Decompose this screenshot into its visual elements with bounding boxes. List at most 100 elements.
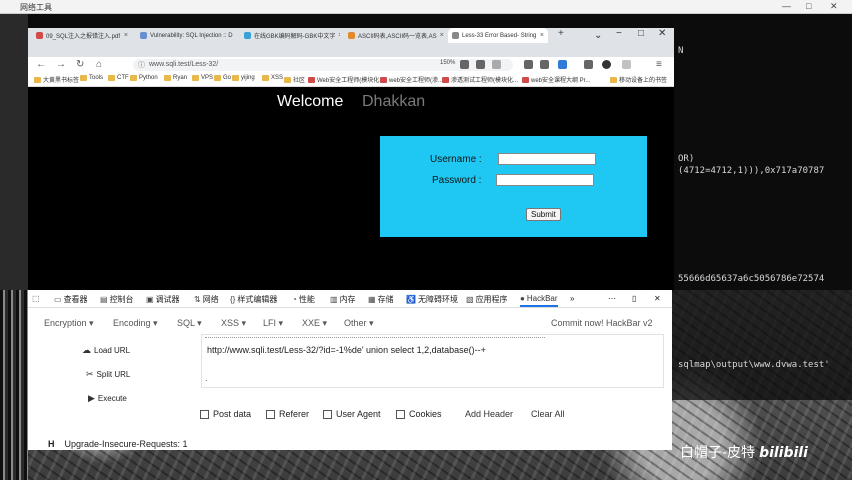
menu-sql[interactable]: SQL ▾ xyxy=(177,318,202,329)
bookmark-item[interactable]: web安全工程师(渗... xyxy=(380,75,443,84)
tab-label: 样式编辑器 xyxy=(237,295,278,304)
new-tab-button[interactable]: + xyxy=(558,28,564,39)
extension-icon[interactable] xyxy=(492,60,501,69)
tab-memory[interactable]: ▥ 内存 xyxy=(330,294,356,305)
bookmark-item[interactable]: Python xyxy=(130,75,158,81)
menu-xxe[interactable]: XXE ▾ xyxy=(302,318,327,329)
bookmark-item[interactable]: Go xyxy=(214,75,231,81)
more-options-icon[interactable]: ⋯ xyxy=(608,294,616,303)
tab-performance[interactable]: ◔ 性能 xyxy=(292,294,315,305)
bookmark-item[interactable]: 移动设备上的书签 xyxy=(610,75,667,84)
tab-dvwa[interactable]: Vulnerability: SQL Injection :: D × xyxy=(136,28,236,43)
menu-encoding[interactable]: Encoding ▾ xyxy=(113,318,158,329)
referer-checkbox[interactable]: Referer xyxy=(266,409,309,419)
add-header-button[interactable]: Add Header xyxy=(465,409,513,419)
maximize-button[interactable]: □ xyxy=(806,1,811,11)
execute-button[interactable]: ▶ Execute xyxy=(88,393,127,404)
close-icon[interactable]: × xyxy=(440,32,444,39)
page-icon xyxy=(452,32,459,39)
tab-style-editor[interactable]: {} 样式编辑器 xyxy=(230,294,277,305)
menu-encryption[interactable]: Encryption ▾ xyxy=(44,318,94,329)
user-agent-checkbox[interactable]: User Agent xyxy=(323,409,381,419)
folder-icon xyxy=(308,76,315,83)
forward-icon[interactable]: → xyxy=(56,59,66,70)
submit-button[interactable]: Submit xyxy=(526,208,561,221)
bookmark-label: yijing xyxy=(241,75,255,81)
close-devtools-icon[interactable]: ✕ xyxy=(654,294,661,303)
bookmark-label: Go xyxy=(223,75,232,81)
bookmark-item[interactable]: Tools xyxy=(80,75,103,81)
tab-accessibility[interactable]: ♿ 无障碍环境 xyxy=(406,294,458,305)
tab-console[interactable]: ▤ 控制台 xyxy=(100,294,134,305)
bookmark-item[interactable]: Web安全工程师(模块化... xyxy=(308,75,384,84)
menu-other[interactable]: Other ▾ xyxy=(344,318,374,329)
bookmark-item[interactable]: CTF xyxy=(108,75,129,81)
extension-icon[interactable] xyxy=(476,60,485,69)
bookmark-label: CTF xyxy=(117,75,129,81)
tab-pdf[interactable]: 09_SQL注入之报错注入.pdf × xyxy=(32,28,132,43)
bookmark-label: VPS xyxy=(201,75,214,81)
menu-lfi[interactable]: LFI ▾ xyxy=(263,318,283,329)
commit-link[interactable]: Commit now! HackBar v2 xyxy=(551,318,653,328)
console-icon: ▤ xyxy=(100,295,108,304)
username-input[interactable] xyxy=(498,153,596,165)
cookies-checkbox[interactable]: Cookies xyxy=(396,409,442,419)
close-icon[interactable]: × xyxy=(124,32,128,39)
maximize-icon[interactable]: □ xyxy=(638,28,644,39)
home-icon[interactable]: ⌂ xyxy=(96,59,102,70)
close-icon[interactable]: × xyxy=(540,32,544,39)
dock-icon[interactable]: ▯ xyxy=(632,294,636,303)
extension-icon[interactable] xyxy=(584,60,593,69)
profile-icon[interactable] xyxy=(622,60,631,69)
bilibili-logo: bilibili xyxy=(759,445,808,461)
devtools-pick-icon[interactable]: ⬚ xyxy=(32,294,40,303)
extension-icon[interactable] xyxy=(558,60,567,69)
network-icon: ⇅ xyxy=(194,295,201,304)
tab-label: 查看器 xyxy=(63,295,88,304)
tab-application[interactable]: ▧ 应用程序 xyxy=(466,294,508,305)
chevron-down-icon[interactable]: ⌄ xyxy=(594,30,602,41)
close-button[interactable]: ✕ xyxy=(830,1,838,12)
cat-extension-icon[interactable] xyxy=(602,60,611,69)
header-row[interactable]: H Upgrade-Insecure-Requests: 1 xyxy=(48,439,188,449)
tab-storage[interactable]: ▦ 存储 xyxy=(368,294,394,305)
bookmark-item[interactable]: XSS xyxy=(262,75,283,81)
extension-icon[interactable] xyxy=(460,60,469,69)
bookmark-item[interactable]: yijing xyxy=(232,75,255,81)
post-data-checkbox[interactable]: Post data xyxy=(200,409,251,419)
extension-icon[interactable] xyxy=(540,60,549,69)
split-url-button[interactable]: ✂ Split URL xyxy=(86,369,130,380)
menu-icon[interactable]: ≡ xyxy=(656,59,662,70)
tab-network[interactable]: ⇅ 网络 xyxy=(194,294,219,305)
bookmark-item[interactable]: Ryan xyxy=(164,75,187,81)
bookmark-item[interactable]: 渗透测试工程师(模块化... xyxy=(442,75,518,84)
tab-hackbar[interactable]: ● HackBar xyxy=(520,294,558,307)
address-bar[interactable]: ⓘ www.sqli.test/Less-32/ xyxy=(133,59,513,71)
hackbar-icon: ● xyxy=(520,294,525,303)
bookmark-item[interactable]: 大黄黑书标签 xyxy=(34,75,79,84)
load-url-button[interactable]: ☁ Load URL xyxy=(82,345,130,356)
menu-xss[interactable]: XSS ▾ xyxy=(221,318,246,329)
back-icon[interactable]: ← xyxy=(36,59,46,70)
tab-inspector[interactable]: ▭ 查看器 xyxy=(54,294,88,305)
close-icon[interactable]: × xyxy=(338,32,340,39)
reload-icon[interactable]: ↻ xyxy=(76,59,84,70)
bookmark-item[interactable]: web安全课程大纲 Pr... xyxy=(522,75,590,84)
watermark-text: 白帽子-皮特 xyxy=(680,445,756,461)
tab-ascii[interactable]: ASCII码表,ASCII码一览表,AS × xyxy=(344,28,444,43)
tab-less-33[interactable]: Less-33 Error Based- String × xyxy=(448,28,548,43)
tab-debugger[interactable]: ▣ 调试器 xyxy=(146,294,180,305)
clear-all-button[interactable]: Clear All xyxy=(531,409,565,419)
minimize-button[interactable]: — xyxy=(782,1,791,11)
folder-icon xyxy=(262,75,269,81)
zoom-level[interactable]: 150% xyxy=(440,60,455,66)
minimize-icon[interactable]: − xyxy=(616,28,622,39)
bookmark-item[interactable]: VPS xyxy=(192,75,213,81)
more-tabs-icon[interactable]: » xyxy=(570,294,574,303)
extension-icon[interactable] xyxy=(524,60,533,69)
bookmark-item[interactable]: 社区 xyxy=(284,75,305,84)
tab-gbk[interactable]: 在线GBK编码解码-GBK中文字 × xyxy=(240,28,340,43)
url-textarea[interactable]: http://www.sqli.test/Less-32/?id=-1%de' … xyxy=(201,334,664,388)
close-window-icon[interactable]: ✕ xyxy=(658,28,666,39)
password-input[interactable] xyxy=(496,174,594,186)
